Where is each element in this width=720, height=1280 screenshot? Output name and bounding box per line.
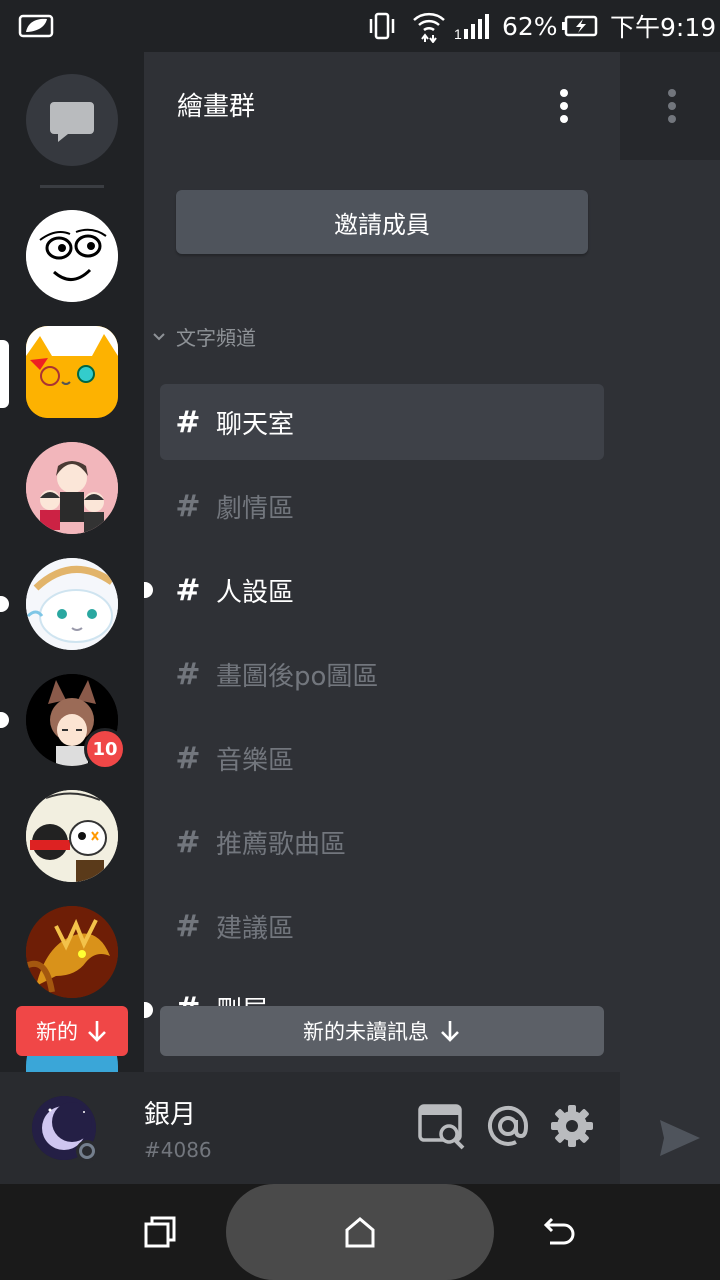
rail-divider <box>40 185 104 188</box>
channel-item[interactable]: # 建議區 <box>160 888 604 964</box>
hash-icon: # <box>175 740 201 776</box>
gear-icon <box>551 1105 593 1147</box>
channel-name: 人設區 <box>216 577 295 608</box>
white-cat-avatar <box>26 558 118 650</box>
offline-status-icon <box>79 1143 95 1159</box>
chevron-down-icon <box>153 332 165 340</box>
channel-panel: 繪畫群 邀請成員 文字頻道 # 聊天室 # 劇情區 # 人設區 # 畫圖後po圖區 # 音樂區 # 推… <box>144 52 620 1072</box>
notification-leaf-icon <box>18 0 54 52</box>
signal-icon: 1 <box>454 0 492 52</box>
browser-search-icon <box>418 1104 465 1150</box>
server-menu-icon[interactable] <box>556 88 572 124</box>
android-nav-bar <box>0 1184 720 1280</box>
server-icon-skull[interactable] <box>26 790 118 882</box>
hash-icon: # <box>175 824 201 860</box>
meme-face-avatar <box>26 210 118 302</box>
channel-name: 推薦歌曲區 <box>216 829 347 860</box>
chat-panel-behind <box>620 52 720 1072</box>
wifi-icon <box>412 0 446 52</box>
server-icon-pink-anime[interactable] <box>26 442 118 534</box>
new-unread-messages-button[interactable]: 新的未讀訊息 <box>160 1006 604 1056</box>
arrow-down-icon <box>88 1021 106 1042</box>
channel-item[interactable]: # 推薦歌曲區 <box>160 804 604 880</box>
hash-icon: # <box>175 908 201 944</box>
category-label: 文字頻道 <box>176 326 256 350</box>
server-icon-dragon[interactable] <box>26 906 118 998</box>
channel-name: 聊天室 <box>216 409 295 440</box>
svg-text:1: 1 <box>454 26 462 41</box>
channel-name: 建議區 <box>216 913 295 944</box>
recents-button[interactable] <box>136 1208 184 1256</box>
new-badge-label: 新的 <box>36 1020 78 1044</box>
selected-server-indicator <box>0 340 9 408</box>
channel-item[interactable]: # 畫圖後po圖區 <box>160 636 604 712</box>
back-button[interactable] <box>536 1208 584 1256</box>
invite-members-button[interactable]: 邀請成員 <box>176 190 588 254</box>
chat-bubble-icon <box>50 102 94 142</box>
server-rail: 10 新的 <box>0 52 144 1072</box>
hash-icon: # <box>175 488 201 524</box>
recents-icon <box>144 1216 176 1248</box>
back-arrow-icon <box>543 1217 575 1245</box>
settings-button[interactable] <box>546 1100 598 1152</box>
direct-messages-button[interactable] <box>26 74 118 166</box>
channel-item[interactable]: # 劇情區 <box>160 468 604 544</box>
status-dot <box>76 1140 98 1162</box>
discord-app: 1 62% 下午9:19 10 新的 繪畫群 邀請成員 文字頻道 # 聊天室 #… <box>0 0 720 1280</box>
channel-item[interactable]: # 人設區 <box>160 552 604 628</box>
hash-icon: # <box>175 404 201 440</box>
server-discovery-button[interactable] <box>416 1100 468 1152</box>
text-channels-category[interactable]: 文字頻道 <box>152 322 256 351</box>
golden-dragon-avatar <box>26 906 118 998</box>
battery-percent: 62% <box>502 11 558 41</box>
server-name[interactable]: 繪畫群 <box>177 86 255 123</box>
channel-name: 劇情區 <box>216 493 295 524</box>
chat-input-area-behind <box>620 1072 720 1184</box>
channel-name: 畫圖後po圖區 <box>216 661 379 692</box>
channel-item[interactable]: # 音樂區 <box>160 720 604 796</box>
skull-robot-avatar <box>26 790 118 882</box>
user-tag: #4086 <box>144 1138 212 1162</box>
orange-cat-avatar <box>26 326 118 418</box>
unread-indicator <box>0 596 9 612</box>
user-panel: 銀月 #4086 <box>0 1072 620 1184</box>
home-button[interactable] <box>336 1208 384 1256</box>
unread-indicator-2 <box>0 712 9 728</box>
channel-item[interactable]: # 聊天室 <box>160 384 604 460</box>
server-icon-white-cat[interactable] <box>26 558 118 650</box>
mentions-button[interactable] <box>482 1100 534 1152</box>
home-icon <box>345 1217 375 1248</box>
channel-name: 音樂區 <box>216 745 295 776</box>
send-icon[interactable] <box>658 1118 702 1158</box>
new-servers-button[interactable]: 新的 <box>16 1006 128 1056</box>
battery-icon <box>562 0 598 52</box>
username: 銀月 <box>144 1100 197 1130</box>
chat-more-icon[interactable] <box>664 88 680 124</box>
mention-badge: 10 <box>84 728 126 770</box>
anime-group-avatar <box>26 442 118 534</box>
arrow-down-icon <box>441 1021 459 1042</box>
hash-icon: # <box>175 656 201 692</box>
status-bar: 1 62% 下午9:19 <box>0 0 720 52</box>
server-icon-current[interactable] <box>26 326 118 418</box>
chat-topbar <box>620 52 720 160</box>
server-icon-meme[interactable] <box>26 210 118 302</box>
vibrate-icon <box>366 0 398 52</box>
at-sign-icon <box>488 1105 529 1146</box>
unread-bar-label: 新的未讀訊息 <box>303 1020 429 1044</box>
clock: 下午9:19 <box>610 13 717 42</box>
hash-icon: # <box>175 572 201 608</box>
